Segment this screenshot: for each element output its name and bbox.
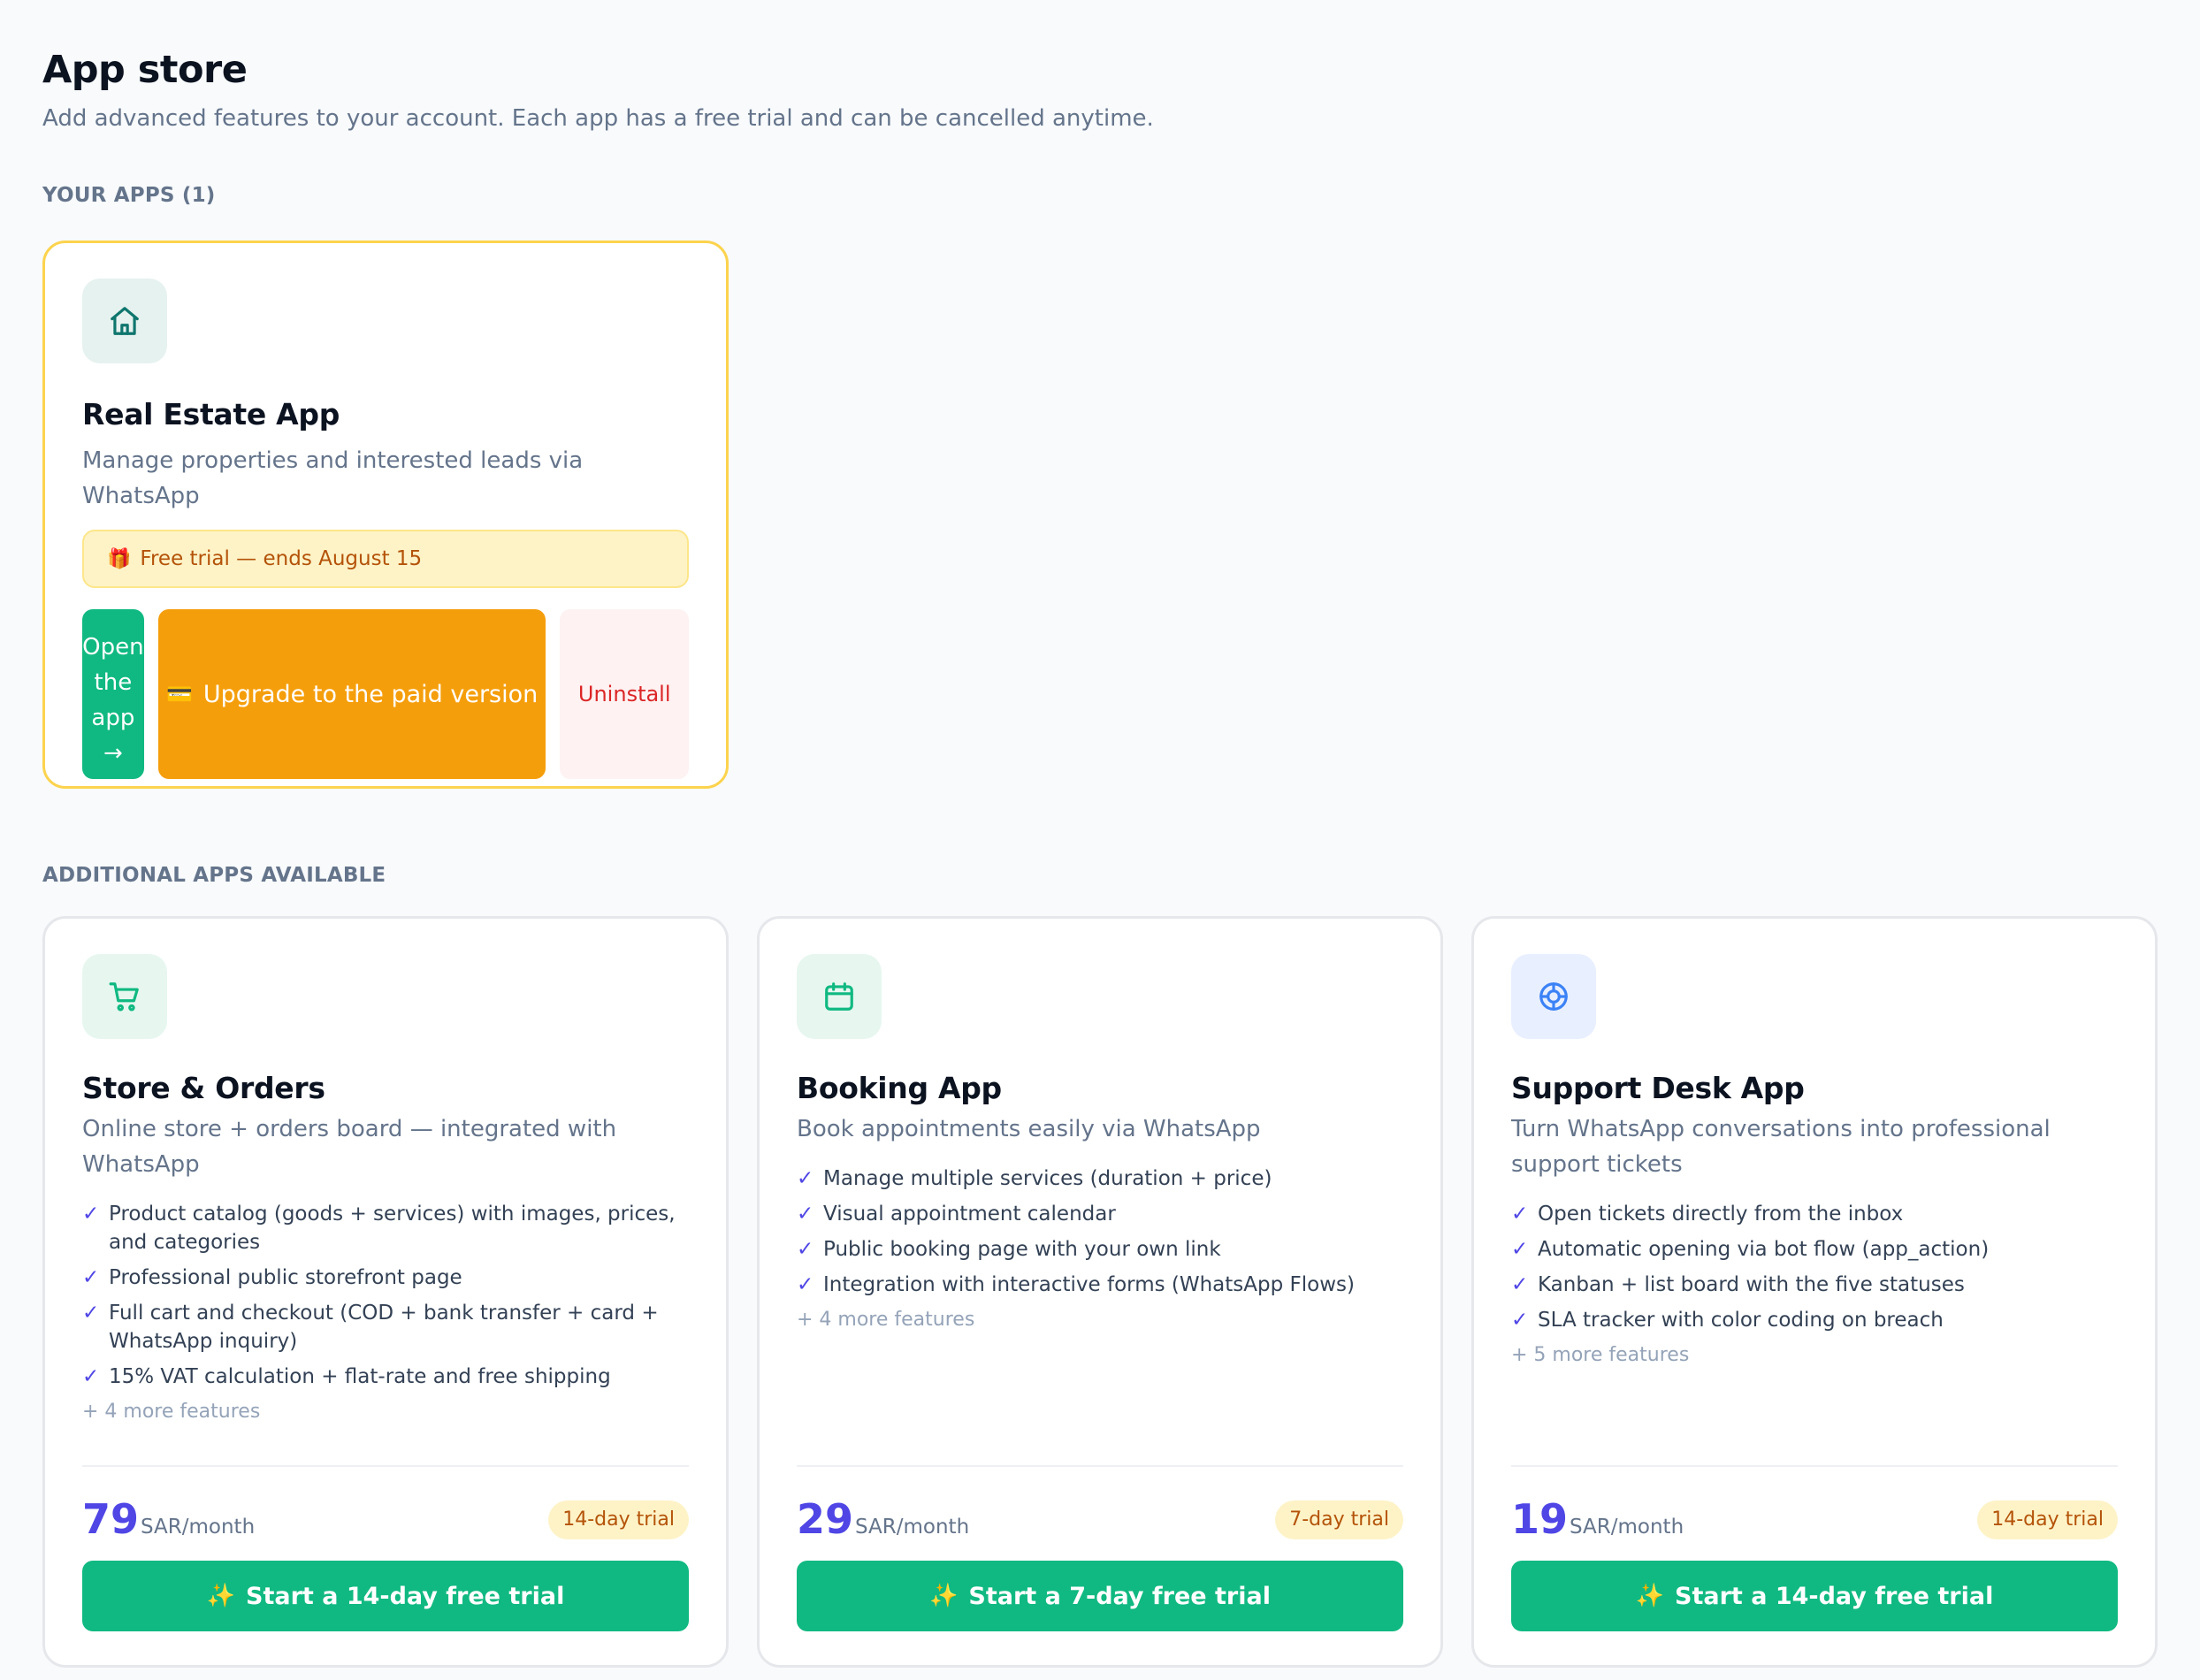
arrow-right-icon: → [103, 740, 123, 767]
app-card-store-orders: Store & Orders Online store + orders boa… [42, 916, 729, 1668]
lifebuoy-icon [1511, 954, 1596, 1039]
credit-card-icon: 💳 [165, 682, 193, 706]
calendar-icon [797, 954, 882, 1039]
feature-item: ✓ Product catalog (goods + services) with… [82, 1200, 689, 1256]
start-trial-label: Start a 14-day free trial [246, 1582, 565, 1610]
divider [1511, 1465, 2118, 1467]
start-trial-label: Start a 7-day free trial [968, 1582, 1271, 1610]
start-trial-button[interactable]: ✨ Start a 14-day free trial [82, 1561, 689, 1631]
check-icon: ✓ [82, 1266, 100, 1289]
card-footer: 79 SAR/month 14-day trial ✨ Start a 14-d… [82, 1465, 689, 1631]
open-app-button[interactable]: Open the app → [82, 609, 144, 779]
check-icon: ✓ [1511, 1273, 1529, 1296]
trial-badge: 14-day trial [548, 1501, 689, 1539]
trial-badge: 14-day trial [1977, 1501, 2118, 1539]
price-row: 19 SAR/month 14-day trial [1511, 1492, 2118, 1541]
feature-item: ✓ Public booking page with your own link [797, 1235, 1403, 1264]
price-unit: SAR/month [141, 1516, 256, 1539]
feature-item: ✓ 15% VAT calculation + flat-rate and fre… [82, 1363, 689, 1391]
start-trial-button[interactable]: ✨ Start a 7-day free trial [797, 1561, 1403, 1631]
check-icon: ✓ [1511, 1203, 1529, 1226]
check-icon: ✓ [797, 1273, 814, 1296]
price-unit: SAR/month [1570, 1516, 1684, 1539]
uninstall-button[interactable]: Uninstall [560, 609, 689, 779]
price-row: 79 SAR/month 14-day trial [82, 1492, 689, 1541]
open-app-label-line1: Open [82, 634, 144, 661]
sparkles-icon: ✨ [1635, 1583, 1664, 1609]
check-icon: ✓ [82, 1302, 100, 1325]
price: 79 SAR/month [82, 1497, 255, 1541]
app-description: Book appointments easily via WhatsApp [797, 1116, 1261, 1142]
installed-app-actions: Open the app → 💳 Upgrade to the paid ver… [82, 609, 689, 779]
section-additional-apps: ADDITIONAL APPS AVAILABLE [42, 864, 386, 887]
feature-item: ✓ Professional public storefront page [82, 1264, 689, 1292]
feature-item: ✓ Manage multiple services (duration + pr… [797, 1165, 1403, 1193]
price-unit: SAR/month [855, 1516, 970, 1539]
card-footer: 29 SAR/month 7-day trial ✨ Start a 7-day… [797, 1465, 1403, 1631]
trial-badge: 7-day trial [1275, 1501, 1403, 1539]
feature-item: ✓ Open tickets directly from the inbox [1511, 1200, 2118, 1228]
section-your-apps: YOUR APPS (1) [42, 184, 216, 207]
check-icon: ✓ [82, 1365, 100, 1388]
start-trial-button[interactable]: ✨ Start a 14-day free trial [1511, 1561, 2118, 1631]
check-icon: ✓ [1511, 1238, 1529, 1261]
price: 19 SAR/month [1511, 1497, 1684, 1541]
feature-item: ✓ Kanban + list board with the five statu… [1511, 1271, 2118, 1299]
check-icon: ✓ [1511, 1309, 1529, 1332]
sparkles-icon: ✨ [206, 1583, 235, 1609]
trial-status-text: Free trial — ends August 15 [140, 547, 423, 570]
trial-status-banner: 🎁 Free trial — ends August 15 [82, 530, 689, 588]
price: 29 SAR/month [797, 1497, 969, 1541]
app-store-page: App store Add advanced features to your … [0, 0, 2200, 1680]
feature-item: ✓ Visual appointment calendar [797, 1200, 1403, 1228]
app-description: Turn WhatsApp conversations into profess… [1511, 1116, 2051, 1178]
price-amount: 79 [82, 1495, 140, 1543]
app-name: Real Estate App [82, 397, 340, 431]
more-features: + 5 more features [1511, 1344, 1690, 1366]
price-row: 29 SAR/month 7-day trial [797, 1492, 1403, 1541]
app-name: Booking App [797, 1071, 1002, 1105]
price-amount: 29 [797, 1495, 854, 1543]
gift-icon: 🎁 [107, 547, 132, 570]
more-features: + 4 more features [797, 1309, 975, 1331]
app-name: Store & Orders [82, 1071, 325, 1105]
page-subtitle: Add advanced features to your account. E… [42, 105, 1154, 132]
upgrade-label: Upgrade to the paid version [202, 680, 539, 708]
app-description: Manage properties and interested leads v… [82, 447, 584, 509]
app-name: Support Desk App [1511, 1071, 1805, 1105]
feature-item: ✓ SLA tracker with color coding on breach [1511, 1306, 2118, 1334]
feature-list: ✓ Product catalog (goods + services) with… [82, 1200, 689, 1391]
sparkles-icon: ✨ [929, 1583, 959, 1609]
check-icon: ✓ [797, 1238, 814, 1261]
app-description: Online store + orders board — integrated… [82, 1116, 617, 1178]
feature-item: ✓ Integration with interactive forms (Wha… [797, 1271, 1403, 1299]
app-card-support-desk: Support Desk App Turn WhatsApp conversat… [1471, 916, 2158, 1668]
feature-item: ✓ Full cart and checkout (COD + bank tran… [82, 1299, 689, 1355]
page-title: App store [42, 48, 248, 92]
open-app-label-line2: the [94, 669, 133, 696]
upgrade-button[interactable]: 💳 Upgrade to the paid version [157, 609, 546, 779]
feature-list: ✓ Manage multiple services (duration + pr… [797, 1165, 1403, 1299]
divider [82, 1465, 689, 1467]
app-card-booking: Booking App Book appointments easily via… [757, 916, 1443, 1668]
installed-app-card: Real Estate App Manage properties and in… [42, 241, 729, 789]
check-icon: ✓ [797, 1167, 814, 1190]
card-footer: 19 SAR/month 14-day trial ✨ Start a 14-d… [1511, 1465, 2118, 1631]
open-app-label-line3: app [91, 705, 135, 731]
more-features: + 4 more features [82, 1401, 261, 1423]
start-trial-label: Start a 14-day free trial [1675, 1582, 1994, 1610]
check-icon: ✓ [797, 1203, 814, 1226]
shopping-cart-icon [82, 954, 167, 1039]
feature-item: ✓ Automatic opening via bot flow (app_act… [1511, 1235, 2118, 1264]
divider [797, 1465, 1403, 1467]
price-amount: 19 [1511, 1495, 1569, 1543]
feature-list: ✓ Open tickets directly from the inbox ✓ A… [1511, 1200, 2118, 1334]
check-icon: ✓ [82, 1203, 100, 1226]
home-icon [82, 279, 167, 363]
